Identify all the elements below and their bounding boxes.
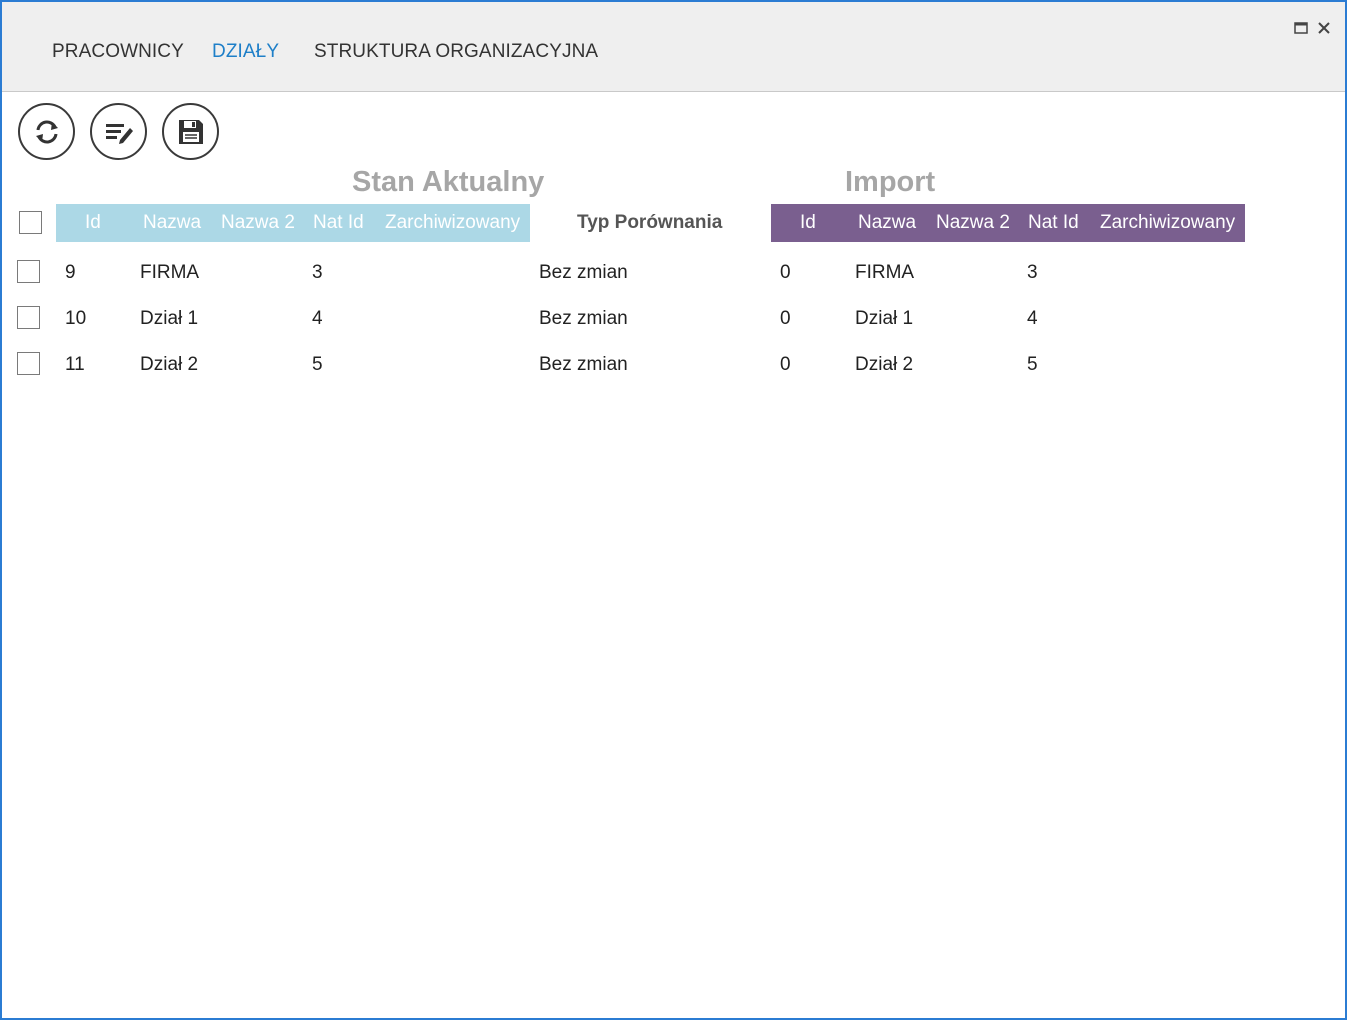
close-icon[interactable] — [1316, 20, 1332, 36]
select-all-checkbox[interactable] — [19, 211, 42, 234]
row-comparison-type: Bez zmian — [539, 308, 628, 329]
tab-dzialy[interactable]: DZIAŁY — [212, 41, 279, 63]
row-comparison-type: Bez zmian — [539, 262, 628, 283]
tab-bar: PRACOWNICY DZIAŁY STRUKTURA ORGANIZACYJN… — [2, 2, 1345, 92]
row-nat-id: 5 — [312, 354, 323, 375]
row-import-nat-id: 3 — [1027, 262, 1038, 283]
edit-list-icon — [105, 123, 133, 144]
import-column-header-nazwa2[interactable]: Nazwa 2 — [936, 204, 1010, 242]
row-import-id: 0 — [780, 262, 791, 283]
import-column-header-id[interactable]: Id — [800, 204, 816, 242]
column-header-nazwa[interactable]: Nazwa — [143, 204, 201, 242]
row-checkbox[interactable] — [17, 306, 40, 329]
import-column-header-nat-id[interactable]: Nat Id — [1028, 204, 1079, 242]
row-import-nazwa: Dział 2 — [855, 354, 914, 375]
tab-pracownicy[interactable]: PRACOWNICY — [52, 41, 184, 63]
current-table-header: Id Nazwa Nazwa 2 Nat Id Zarchiwizowany — [56, 204, 530, 242]
row-nat-id: 4 — [312, 308, 323, 329]
maximize-icon[interactable] — [1293, 20, 1309, 36]
import-title: Import — [845, 166, 936, 198]
column-header-id[interactable]: Id — [85, 204, 101, 242]
row-import-nat-id: 5 — [1027, 354, 1038, 375]
row-checkbox[interactable] — [17, 352, 40, 375]
row-comparison-type: Bez zmian — [539, 354, 628, 375]
row-nazwa: Dział 1 — [140, 308, 199, 329]
row-id: 11 — [65, 354, 85, 375]
save-icon — [178, 119, 203, 144]
comparison-type-header[interactable]: Typ Porównania — [577, 212, 722, 234]
refresh-button[interactable] — [18, 103, 75, 160]
import-table-header: Id Nazwa Nazwa 2 Nat Id Zarchiwizowany — [771, 204, 1245, 242]
refresh-icon — [35, 120, 58, 143]
column-header-nazwa2[interactable]: Nazwa 2 — [221, 204, 295, 242]
import-column-header-nazwa[interactable]: Nazwa — [858, 204, 916, 242]
row-import-id: 0 — [780, 354, 791, 375]
row-import-id: 0 — [780, 308, 791, 329]
edit-button[interactable] — [90, 103, 147, 160]
row-checkbox[interactable] — [17, 260, 40, 283]
row-import-nat-id: 4 — [1027, 308, 1038, 329]
app-window: PRACOWNICY DZIAŁY STRUKTURA ORGANIZACYJN… — [0, 0, 1347, 1020]
row-id: 9 — [65, 262, 76, 283]
save-button[interactable] — [162, 103, 219, 160]
row-import-nazwa: FIRMA — [855, 262, 915, 283]
column-header-zarchiwizowany[interactable]: Zarchiwizowany — [385, 204, 520, 242]
row-import-nazwa: Dział 1 — [855, 308, 914, 329]
row-id: 10 — [65, 308, 87, 329]
column-header-nat-id[interactable]: Nat Id — [313, 204, 364, 242]
tab-struktura-organizacyjna[interactable]: STRUKTURA ORGANIZACYJNA — [314, 41, 598, 63]
row-nazwa: FIRMA — [140, 262, 200, 283]
current-state-title: Stan Aktualny — [352, 166, 545, 198]
row-nazwa: Dział 2 — [140, 354, 199, 375]
import-column-header-zarchiwizowany[interactable]: Zarchiwizowany — [1100, 204, 1235, 242]
row-nat-id: 3 — [312, 262, 323, 283]
